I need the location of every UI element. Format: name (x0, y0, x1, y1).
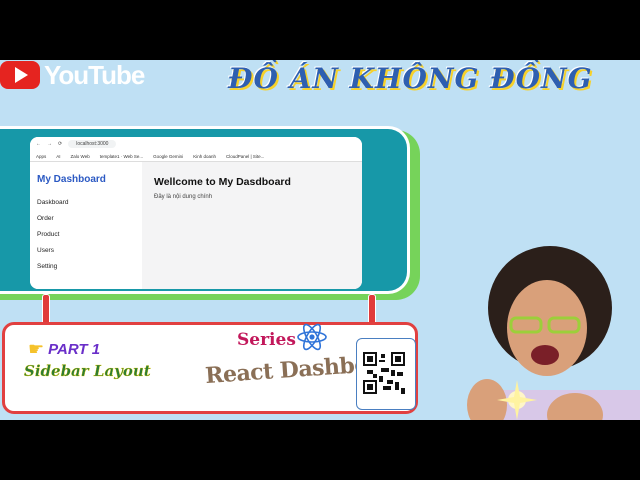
presenter-photo (467, 246, 640, 420)
bookmark-item[interactable]: Google Gemini (153, 154, 183, 159)
sidebar-item-users[interactable]: Users (37, 247, 142, 263)
pointing-hand-icon: ☛ (28, 339, 45, 359)
sidebar-item-dashboard[interactable]: Daskboard (37, 199, 142, 215)
sidebar-item-order[interactable]: Order (37, 215, 142, 231)
forward-icon[interactable]: → (47, 141, 52, 147)
bookmark-item[interactable]: Zalo Web (71, 154, 90, 159)
sidebar-title: My Dashboard (37, 174, 106, 185)
youtube-wordmark: YouTube (44, 60, 145, 90)
thumbnail-canvas: YouTube ĐỒ ÁN KHÔNG ĐỒNG ← → ⟳ localhost… (0, 60, 640, 420)
sidebar: My Dashboard Daskboard Order Product Use… (30, 162, 142, 289)
reload-icon[interactable]: ⟳ (58, 141, 62, 147)
sidebar-layout-label: Sidebar Layout (24, 362, 151, 380)
main-content: Wellcome to My Dasdboard Đây là nội dung… (142, 162, 362, 289)
bookmark-item[interactable]: template1 · Web Se... (100, 154, 143, 159)
page-body: Đây là nội dung chính (154, 194, 213, 200)
sidebar-item-setting[interactable]: Setting (37, 263, 142, 279)
url-field[interactable]: localhost:3000 (68, 140, 117, 148)
series-label: Series (237, 330, 296, 350)
headline: ĐỒ ÁN KHÔNG ĐỒNG (228, 62, 593, 95)
part-label: PART 1 (48, 341, 101, 358)
address-bar[interactable]: ← → ⟳ localhost:3000 (30, 137, 362, 151)
bookmark-item[interactable]: AI (56, 154, 60, 159)
qr-code-icon (363, 352, 405, 394)
back-icon[interactable]: ← (36, 141, 41, 147)
dashboard-app: My Dashboard Daskboard Order Product Use… (30, 162, 362, 289)
bookmark-item[interactable]: Kinh doanh (193, 154, 216, 159)
youtube-play-icon (0, 61, 40, 89)
react-logo-icon (297, 323, 327, 351)
part-badge: ☛ PART 1 (28, 339, 100, 360)
bookmark-item[interactable]: Apps (36, 154, 46, 159)
bookmarks-bar: Apps AI Zalo Web template1 · Web Se... G… (30, 151, 362, 162)
youtube-brand: YouTube (0, 60, 145, 90)
bookmark-item[interactable]: CloudPanel | Site... (226, 154, 264, 159)
sidebar-item-product[interactable]: Product (37, 231, 142, 247)
browser-window: ← → ⟳ localhost:3000 Apps AI Zalo Web te… (30, 137, 362, 289)
page-title: Wellcome to My Dasdboard (154, 176, 291, 188)
